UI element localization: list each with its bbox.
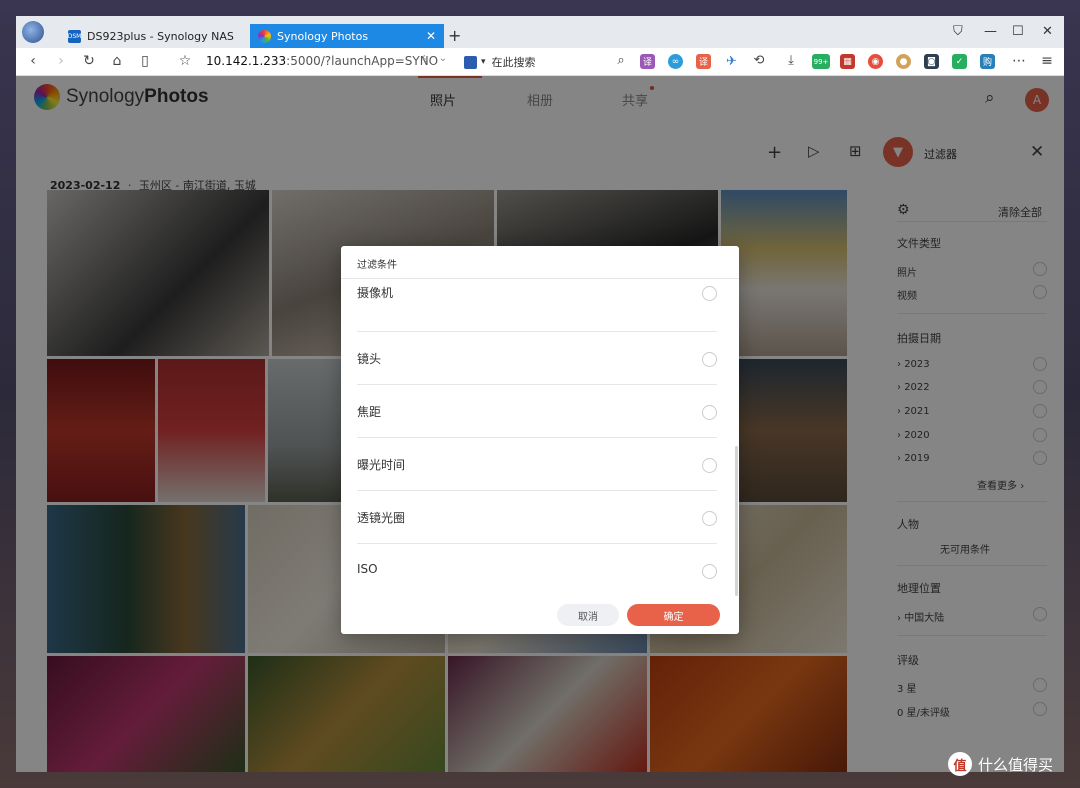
- maximize-icon[interactable]: ☐: [1012, 24, 1024, 39]
- condition-label: 焦距: [357, 405, 382, 419]
- condition-camera[interactable]: 摄像机: [357, 279, 717, 332]
- cancel-button[interactable]: 取消: [557, 604, 619, 626]
- search-box[interactable]: ▾ 在此搜索: [464, 52, 636, 72]
- reader-icon[interactable]: ▯: [136, 53, 154, 69]
- browser-profile-avatar[interactable]: [22, 21, 44, 43]
- watermark-text: 什么值得买: [978, 755, 1054, 774]
- cookie-ext-icon[interactable]: ●: [896, 54, 911, 69]
- reload-icon[interactable]: ↻: [80, 53, 98, 69]
- buy-ext-icon[interactable]: 购: [980, 54, 995, 69]
- condition-label: 摄像机: [357, 286, 394, 300]
- url-host: 10.142.1.233: [206, 54, 287, 68]
- dialog-scrollbar[interactable]: [735, 446, 738, 596]
- minimize-icon[interactable]: —: [984, 24, 997, 39]
- translate-ext-icon[interactable]: 译: [640, 54, 655, 69]
- condition-lens[interactable]: 镜头: [357, 332, 717, 385]
- watermark-logo-icon: 值: [948, 752, 972, 776]
- radio-button[interactable]: [702, 352, 717, 367]
- condition-exposure-time[interactable]: 曝光时间: [357, 438, 717, 491]
- tab-bar: DSM DS923plus - Synology NAS Synology Ph…: [16, 16, 1064, 48]
- lightning-icon[interactable]: ϟ: [416, 53, 434, 66]
- photos-favicon-icon: [258, 29, 271, 43]
- undo-icon[interactable]: ⟲: [750, 53, 768, 68]
- dsm-favicon-icon: DSM: [68, 29, 81, 43]
- condition-label: 透镜光圈: [357, 511, 406, 525]
- grid-ext-icon[interactable]: ▦: [840, 54, 855, 69]
- search-placeholder: 在此搜索: [491, 56, 536, 69]
- red-ext-icon[interactable]: ◉: [868, 54, 883, 69]
- dialog-title: 过滤条件: [357, 260, 397, 271]
- condition-focal-length[interactable]: 焦距: [357, 385, 717, 438]
- condition-list: 摄像机 镜头 焦距 曝光时间 透镜光圈 ISO: [357, 279, 717, 595]
- url-field[interactable]: 10.142.1.233:5000/?launchApp=SYNO: [206, 54, 438, 68]
- tab-label: DS923plus - Synology NAS: [87, 29, 234, 43]
- tab-label: Synology Photos: [277, 29, 369, 43]
- paw-icon: [464, 55, 477, 69]
- badge-ext-icon[interactable]: 99+: [812, 54, 830, 69]
- radio-button[interactable]: [702, 564, 717, 579]
- bookmark-star-icon[interactable]: ☆: [176, 53, 194, 69]
- synology-photos-app: SynologyPhotos 照片 相册 共享 ⌕ A + ▷ ⊞ 2023-0…: [16, 76, 1064, 772]
- translate2-ext-icon[interactable]: 译: [696, 54, 711, 69]
- search-icon[interactable]: ⌕: [612, 53, 630, 68]
- search-engine-dropdown-icon: ▾: [481, 57, 486, 67]
- tab-close-icon[interactable]: ✕: [426, 29, 436, 43]
- browser-window: DSM DS923plus - Synology NAS Synology Ph…: [16, 16, 1064, 772]
- filter-conditions-dialog: 过滤条件 摄像机 镜头 焦距 曝光时间 透镜光圈 ISO 取消 确定: [341, 246, 739, 634]
- close-window-icon[interactable]: ✕: [1042, 24, 1053, 39]
- shield-icon[interactable]: ⛉: [953, 24, 963, 39]
- condition-label: 镜头: [357, 352, 382, 366]
- condition-iso[interactable]: ISO: [357, 544, 717, 595]
- new-tab-icon[interactable]: +: [448, 26, 461, 45]
- camera-ext-icon[interactable]: ◙: [924, 54, 939, 69]
- condition-label: 曝光时间: [357, 458, 406, 472]
- site-watermark: 值 什么值得买: [948, 752, 1053, 776]
- address-bar-row: ‹ › ↻ ⌂ ▯ ☆ 10.142.1.233:5000/?launchApp…: [16, 48, 1064, 76]
- condition-label: ISO: [357, 562, 378, 576]
- tab-synology-photos[interactable]: Synology Photos ✕: [250, 24, 444, 48]
- url-dropdown-icon[interactable]: ⌄: [434, 53, 452, 64]
- menu-icon[interactable]: ≡: [1038, 53, 1056, 69]
- forward-icon[interactable]: ›: [52, 53, 70, 69]
- confirm-button[interactable]: 确定: [627, 604, 720, 626]
- back-icon[interactable]: ‹: [24, 53, 42, 69]
- radio-button[interactable]: [702, 286, 717, 301]
- link-ext-icon[interactable]: ∞: [668, 54, 683, 69]
- tab-dsm[interactable]: DSM DS923plus - Synology NAS: [60, 24, 246, 48]
- home-icon[interactable]: ⌂: [108, 53, 126, 69]
- download-icon[interactable]: ⤓: [782, 53, 800, 68]
- radio-button[interactable]: [702, 405, 717, 420]
- radio-button[interactable]: [702, 458, 717, 473]
- more-icon[interactable]: ⋯: [1010, 53, 1028, 69]
- radio-button[interactable]: [702, 511, 717, 526]
- condition-aperture[interactable]: 透镜光圈: [357, 491, 717, 544]
- bird-ext-icon[interactable]: ✈: [724, 54, 739, 69]
- check-shield-icon[interactable]: ✓: [952, 54, 967, 69]
